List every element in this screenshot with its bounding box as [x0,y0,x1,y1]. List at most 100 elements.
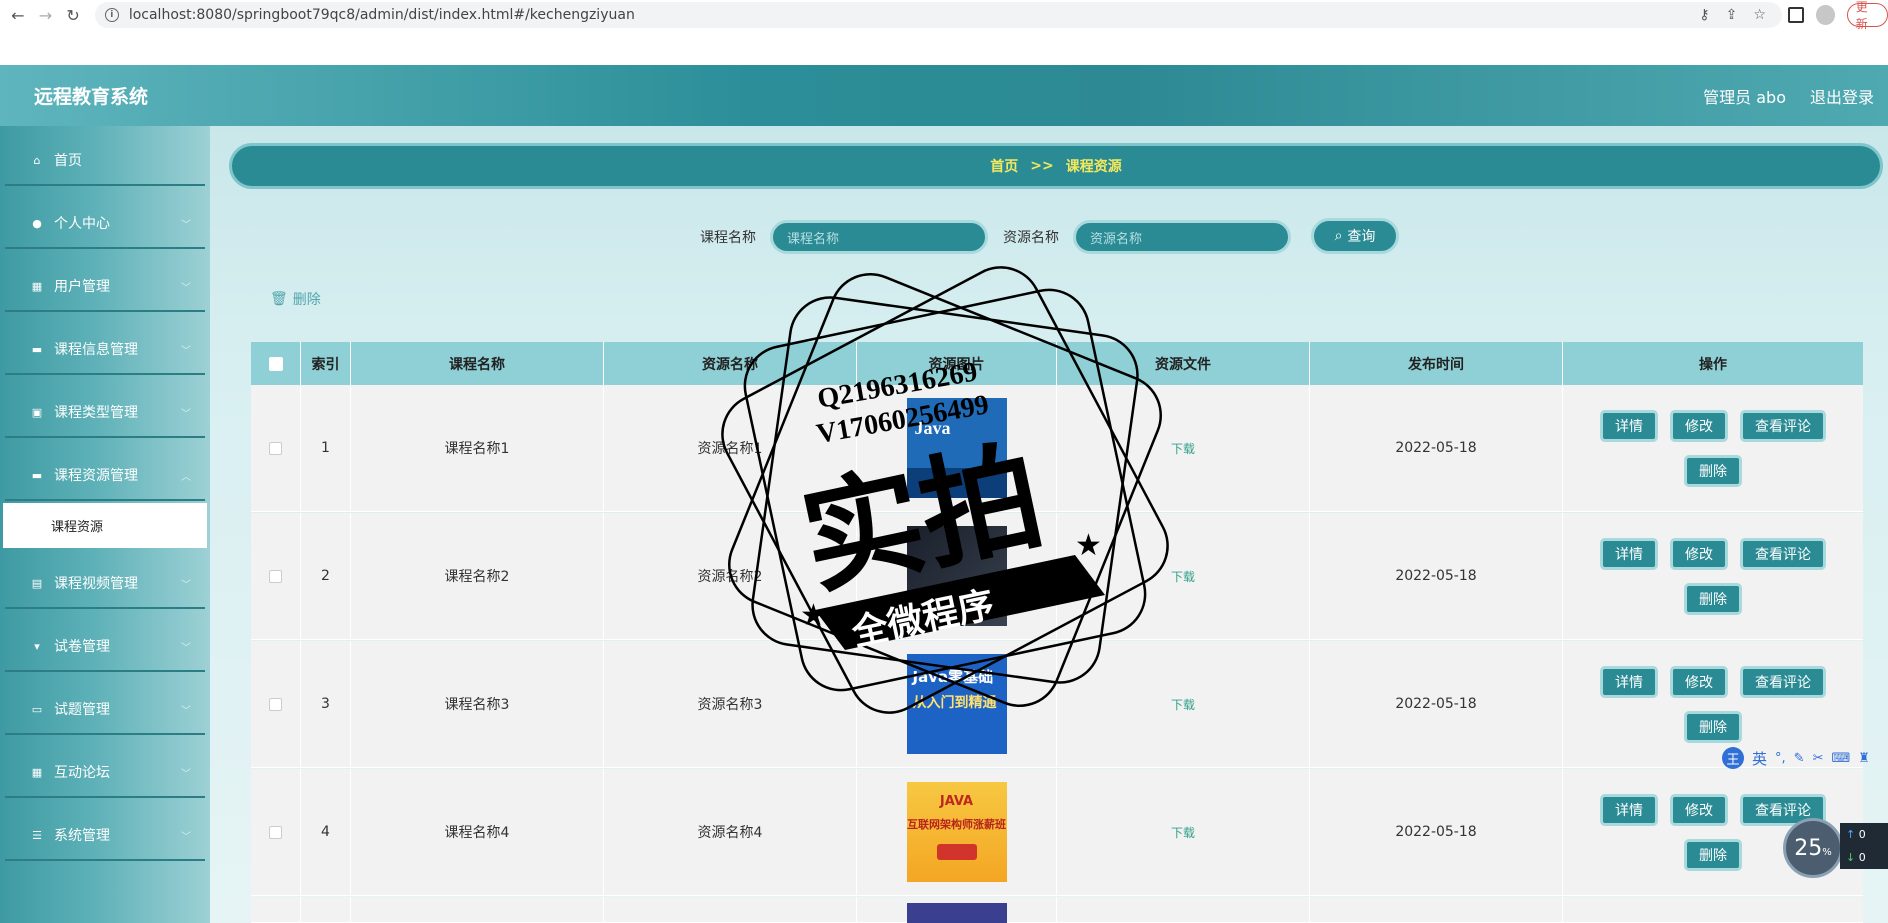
sidebar-item-label: 用户管理 [54,279,110,295]
row-checkbox[interactable] [269,697,282,711]
header-course-name: 课程名称 [351,342,604,385]
cover-title: Java [914,418,951,438]
detail-button[interactable]: 详情 [1600,665,1658,698]
sidepanel-icon[interactable] [1787,7,1804,23]
forward-icon[interactable]: → [36,5,56,25]
chevron-down-icon: ﹀ [181,219,191,231]
download-link[interactable]: 下载 [1171,440,1195,457]
sidebar-item-forum[interactable]: ▦ 互动论坛 ﹀ [5,748,205,798]
scissors-icon[interactable]: ✂ [1813,751,1824,766]
cover-subtitle: 从入门到精通 [912,695,997,711]
download-link[interactable]: 下载 [1171,568,1195,585]
star-icon[interactable]: ☆ [1753,7,1766,23]
sidebar-item-course-video[interactable]: ▤ 课程视频管理 ﹀ [5,559,205,609]
ime-language[interactable]: 英 [1752,748,1767,769]
sidebar-item-label: 首页 [54,153,82,169]
key-icon[interactable]: ⚷ [1699,7,1709,23]
sidebar-item-users[interactable]: ▦ 用户管理 ﹀ [5,262,205,312]
sidebar-item-label: 课程资源管理 [54,468,138,484]
batch-delete-button[interactable]: 🗑 删除 [270,289,321,309]
speed-unit: % [1822,846,1832,858]
select-all-checkbox[interactable] [268,356,283,371]
sliders-icon: ☰ [32,828,42,842]
logout-link[interactable]: 退出登录 [1810,84,1874,108]
row-checkbox[interactable] [269,441,282,455]
view-comments-button[interactable]: 查看评论 [1740,665,1826,698]
film-icon: ▤ [31,576,43,590]
detail-button[interactable]: 详情 [1600,537,1658,570]
home-icon: ⌂ [33,153,41,167]
row-checkbox[interactable] [269,825,282,839]
sidebar-item-papers[interactable]: ▾ 试卷管理 ﹀ [5,622,205,672]
table-row [251,897,1863,923]
delete-button[interactable]: 删除 [1684,838,1742,871]
chevron-down-icon: ﹀ [181,831,191,843]
sidebar-item-home[interactable]: ⌂ 首页 [5,136,205,186]
chevron-down-icon: ﹀ [181,282,191,294]
sidebar-item-personal[interactable]: ● 个人中心 ﹀ [5,199,205,249]
sidebar-item-label: 课程信息管理 [54,342,138,358]
suitcase-icon: ▭ [31,702,43,716]
download-link[interactable]: 下载 [1171,824,1195,841]
cell-course-name: 课程名称2 [351,513,604,639]
view-comments-button[interactable]: 查看评论 [1740,409,1826,442]
course-name-label: 课程名称 [700,230,756,246]
ime-toolbar: 王 英 °, ✎ ✂ ⌨ ♜ [1722,744,1888,772]
ime-logo-icon[interactable]: 王 [1722,747,1744,769]
edit-button[interactable]: 修改 [1670,537,1728,570]
resource-image[interactable] [906,526,1007,626]
delete-button[interactable]: 删除 [1684,454,1742,487]
share-icon[interactable]: ⇪ [1726,7,1738,23]
row-checkbox[interactable] [269,569,282,583]
update-button[interactable]: 更新 [1846,0,1888,31]
cell-course-name: 课程名称1 [351,385,604,511]
reload-icon[interactable]: ↻ [63,5,83,25]
edit-button[interactable]: 修改 [1670,793,1728,826]
download-link[interactable]: 下载 [1171,696,1195,713]
keyboard-icon[interactable]: ⌨ [1831,751,1850,766]
sidebar-item-course-info[interactable]: ▬ 课程信息管理 ﹀ [5,325,205,375]
pen-icon[interactable]: ✎ [1794,751,1805,766]
resource-image[interactable]: JAVA 互联网架构师涨薪班 [906,782,1007,882]
course-name-input[interactable]: 课程名称 [770,220,988,254]
resource-image[interactable] [906,903,1007,923]
sidebar-item-course-type[interactable]: ▣ 课程类型管理 ﹀ [5,388,205,438]
table-row: 4 课程名称4 资源名称4 JAVA 互联网架构师涨薪班 下载 2022-05-… [251,769,1863,896]
shirt-icon[interactable]: ♜ [1858,751,1870,766]
cover-title: Java零基础 [912,668,994,686]
info-icon[interactable]: i [104,8,119,22]
monitor-icon: ▬ [31,342,43,356]
breadcrumb-separator: >> [1030,158,1054,174]
search-button[interactable]: ⌕ 查询 [1311,218,1399,254]
edit-button[interactable]: 修改 [1670,665,1728,698]
network-speed-widget[interactable]: 25% [1783,818,1843,878]
resource-image[interactable]: Java零基础 从入门到精通 [906,654,1007,754]
profile-icon[interactable] [1815,5,1835,25]
sidebar-item-questions[interactable]: ▭ 试题管理 ﹀ [5,685,205,735]
cell-resource-name: 资源名称2 [604,513,857,639]
resource-image[interactable]: Java [906,398,1007,498]
detail-button[interactable]: 详情 [1600,409,1658,442]
resource-name-input[interactable]: 资源名称 [1073,220,1291,254]
sidebar-subitem-course-resource[interactable]: 课程资源 [3,503,207,548]
sidebar-item-course-resource[interactable]: ▬ 课程资源管理 ︿ [5,451,205,501]
edit-button[interactable]: 修改 [1670,409,1728,442]
sidebar-item-system[interactable]: ☰ 系统管理 ﹀ [5,811,205,861]
chevron-down-icon: ﹀ [181,705,191,717]
delete-button[interactable]: 删除 [1684,582,1742,615]
address-bar[interactable]: i localhost:8080/springboot79qc8/admin/d… [94,2,1782,28]
table-row: 2 课程名称2 资源名称2 下载 2022-05-18 详情 修改 查看评论 删… [251,513,1863,640]
view-comments-button[interactable]: 查看评论 [1740,537,1826,570]
app-title: 远程教育系统 [34,86,149,108]
ime-punct-icon[interactable]: °, [1775,751,1786,766]
delete-button[interactable]: 删除 [1684,710,1742,743]
stand-icon: ▾ [34,639,40,653]
app-header: 远程教育系统 管理员 abo 退出登录 [0,65,1888,126]
cell-course-name: 课程名称4 [351,769,604,895]
speed-panel: ↑ 0 ↓ 0 [1840,823,1888,869]
detail-button[interactable]: 详情 [1600,793,1658,826]
breadcrumb-home[interactable]: 首页 [990,156,1018,176]
cell-publish-time: 2022-05-18 [1310,641,1563,767]
back-icon[interactable]: ← [8,5,28,25]
user-icon: ● [32,216,42,230]
